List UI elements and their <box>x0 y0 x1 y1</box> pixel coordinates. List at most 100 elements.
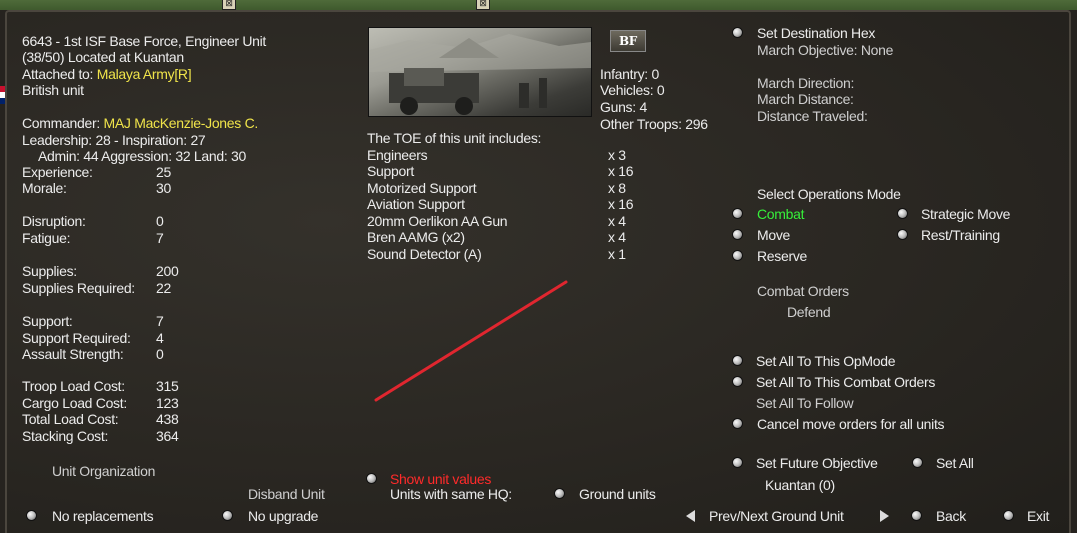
no-upgrade-radio[interactable] <box>223 511 232 520</box>
unit-title: 6643 - 1st ISF Base Force, Engineer Unit <box>22 33 267 49</box>
no-upgrade-label[interactable]: No upgrade <box>248 508 318 525</box>
stat-label: Cargo Load Cost: <box>22 395 127 411</box>
stat-label: Assault Strength: <box>22 346 124 362</box>
prev-unit-arrow-icon[interactable] <box>686 510 695 522</box>
future-objective-target: Kuantan (0) <box>765 477 835 493</box>
back-radio[interactable] <box>912 511 921 520</box>
stat-experience: Experience: 25 <box>22 164 171 181</box>
move-mode-radio[interactable] <box>733 230 742 239</box>
toe-item-qty: x 16 <box>608 163 634 179</box>
move-mode-label[interactable]: Move <box>757 227 790 244</box>
reserve-mode-radio[interactable] <box>733 251 742 260</box>
nationality: British unit <box>22 82 84 98</box>
stat-stacking-cost: Stacking Cost: 364 <box>22 428 179 445</box>
show-unit-values-radio[interactable] <box>367 474 376 483</box>
ground-units-radio[interactable] <box>555 489 564 498</box>
cancel-move-radio[interactable] <box>733 419 742 428</box>
attached-line: Attached to: Malaya Army[R] <box>22 66 192 83</box>
toe-item-qty: x 8 <box>608 180 626 196</box>
strategic-move-radio[interactable] <box>898 209 907 218</box>
toe-item-qty: x 3 <box>608 147 626 163</box>
count-infantry: Infantry: 0 <box>600 66 659 82</box>
toe-item-qty: x 1 <box>608 246 626 262</box>
stat-value: 25 <box>156 164 171 180</box>
map-unit-icon: ⊠ <box>222 0 236 10</box>
toe-item-qty: x 4 <box>608 229 626 245</box>
attached-label: Attached to: <box>22 66 94 82</box>
set-future-objective-button[interactable]: Set Future Objective <box>756 455 878 472</box>
rest-training-radio[interactable] <box>898 230 907 239</box>
exit-button[interactable]: Exit <box>1027 508 1049 525</box>
distance-traveled: Distance Traveled: <box>757 108 868 124</box>
ops-mode-heading: Select Operations Mode <box>757 186 901 202</box>
stat-value: 200 <box>156 263 179 279</box>
cancel-move-button[interactable]: Cancel move orders for all units <box>757 416 945 433</box>
stat-label: Support: <box>22 313 73 329</box>
toe-item-name: Support <box>367 163 414 179</box>
combat-orders-value[interactable]: Defend <box>787 304 831 321</box>
disband-unit-button[interactable]: Disband Unit <box>248 486 325 503</box>
set-all-opmode-radio[interactable] <box>733 356 742 365</box>
set-destination-button[interactable]: Set Destination Hex <box>757 25 875 42</box>
back-button[interactable]: Back <box>936 508 966 525</box>
exit-radio[interactable] <box>1004 511 1013 520</box>
set-all-orders-button[interactable]: Set All To This Combat Orders <box>756 374 935 391</box>
prev-next-ground-unit[interactable]: Prev/Next Ground Unit <box>709 508 844 525</box>
stat-total-load: Total Load Cost: 438 <box>22 411 179 428</box>
stat-value: 438 <box>156 411 179 427</box>
units-same-hq-label: Units with same HQ: <box>390 486 512 502</box>
no-replacements-label[interactable]: No replacements <box>52 508 154 525</box>
combat-mode-radio[interactable] <box>733 209 742 218</box>
set-all-orders-radio[interactable] <box>733 377 742 386</box>
no-replacements-radio[interactable] <box>27 511 36 520</box>
stat-value: 0 <box>156 213 164 229</box>
count-guns: Guns: 4 <box>600 99 647 115</box>
stat-cargo-load: Cargo Load Cost: 123 <box>22 395 179 412</box>
leadership-line: Leadership: 28 - Inspiration: 27 <box>22 132 206 148</box>
stat-value: 364 <box>156 428 179 444</box>
reserve-mode-label[interactable]: Reserve <box>757 248 807 265</box>
stat-fatigue: Fatigue: 7 <box>22 230 164 247</box>
stat-value: 7 <box>156 313 164 329</box>
unit-photo <box>368 27 592 117</box>
toe-item-name: Aviation Support <box>367 196 465 212</box>
combat-mode-label[interactable]: Combat <box>757 206 805 223</box>
stat-label: Supplies: <box>22 263 77 279</box>
toe-item-name: Sound Detector (A) <box>367 246 482 262</box>
annotation-stroke <box>374 280 568 402</box>
map-unit-icon: ⊠ <box>476 0 490 10</box>
set-destination-radio[interactable] <box>733 28 742 37</box>
set-all-opmode-button[interactable]: Set All To This OpMode <box>756 353 895 370</box>
stat-label: Supplies Required: <box>22 280 135 296</box>
commander-line: Commander: MAJ MacKenzie-Jones C. <box>22 115 258 132</box>
stat-value: 123 <box>156 395 179 411</box>
stat-value: 30 <box>156 180 171 196</box>
rest-training-label[interactable]: Rest/Training <box>921 227 1000 244</box>
toe-item-name: Bren AAMG (x2) <box>367 229 465 245</box>
stat-value: 0 <box>156 346 164 362</box>
stat-label: Support Required: <box>22 330 131 346</box>
ratings-line: Admin: 44 Aggression: 32 Land: 30 <box>38 148 247 164</box>
stat-support-required: Support Required: 4 <box>22 330 164 347</box>
stat-label: Troop Load Cost: <box>22 378 125 394</box>
stat-label: Fatigue: <box>22 230 71 246</box>
set-all-follow-button[interactable]: Set All To Follow <box>756 395 854 412</box>
next-unit-arrow-icon[interactable] <box>880 510 889 522</box>
stat-label: Total Load Cost: <box>22 411 119 427</box>
unit-photo-image <box>369 34 591 115</box>
set-all-button[interactable]: Set All <box>936 455 974 472</box>
stat-label: Experience: <box>22 164 93 180</box>
stat-label: Stacking Cost: <box>22 428 109 444</box>
set-future-objective-radio[interactable] <box>733 458 742 467</box>
annotation-line <box>374 280 568 402</box>
stat-assault-strength: Assault Strength: 0 <box>22 346 164 363</box>
march-direction: March Direction: <box>757 75 855 91</box>
strategic-move-label[interactable]: Strategic Move <box>921 206 1010 223</box>
attached-hq-link[interactable]: Malaya Army[R] <box>97 66 192 82</box>
unit-type-badge: BF <box>610 30 646 52</box>
set-all-radio[interactable] <box>913 458 922 467</box>
commander-name-link[interactable]: MAJ MacKenzie-Jones C. <box>104 115 259 131</box>
unit-organization-button[interactable]: Unit Organization <box>52 463 155 480</box>
stat-morale: Morale: 30 <box>22 180 171 197</box>
ground-units-label[interactable]: Ground units <box>579 486 656 503</box>
